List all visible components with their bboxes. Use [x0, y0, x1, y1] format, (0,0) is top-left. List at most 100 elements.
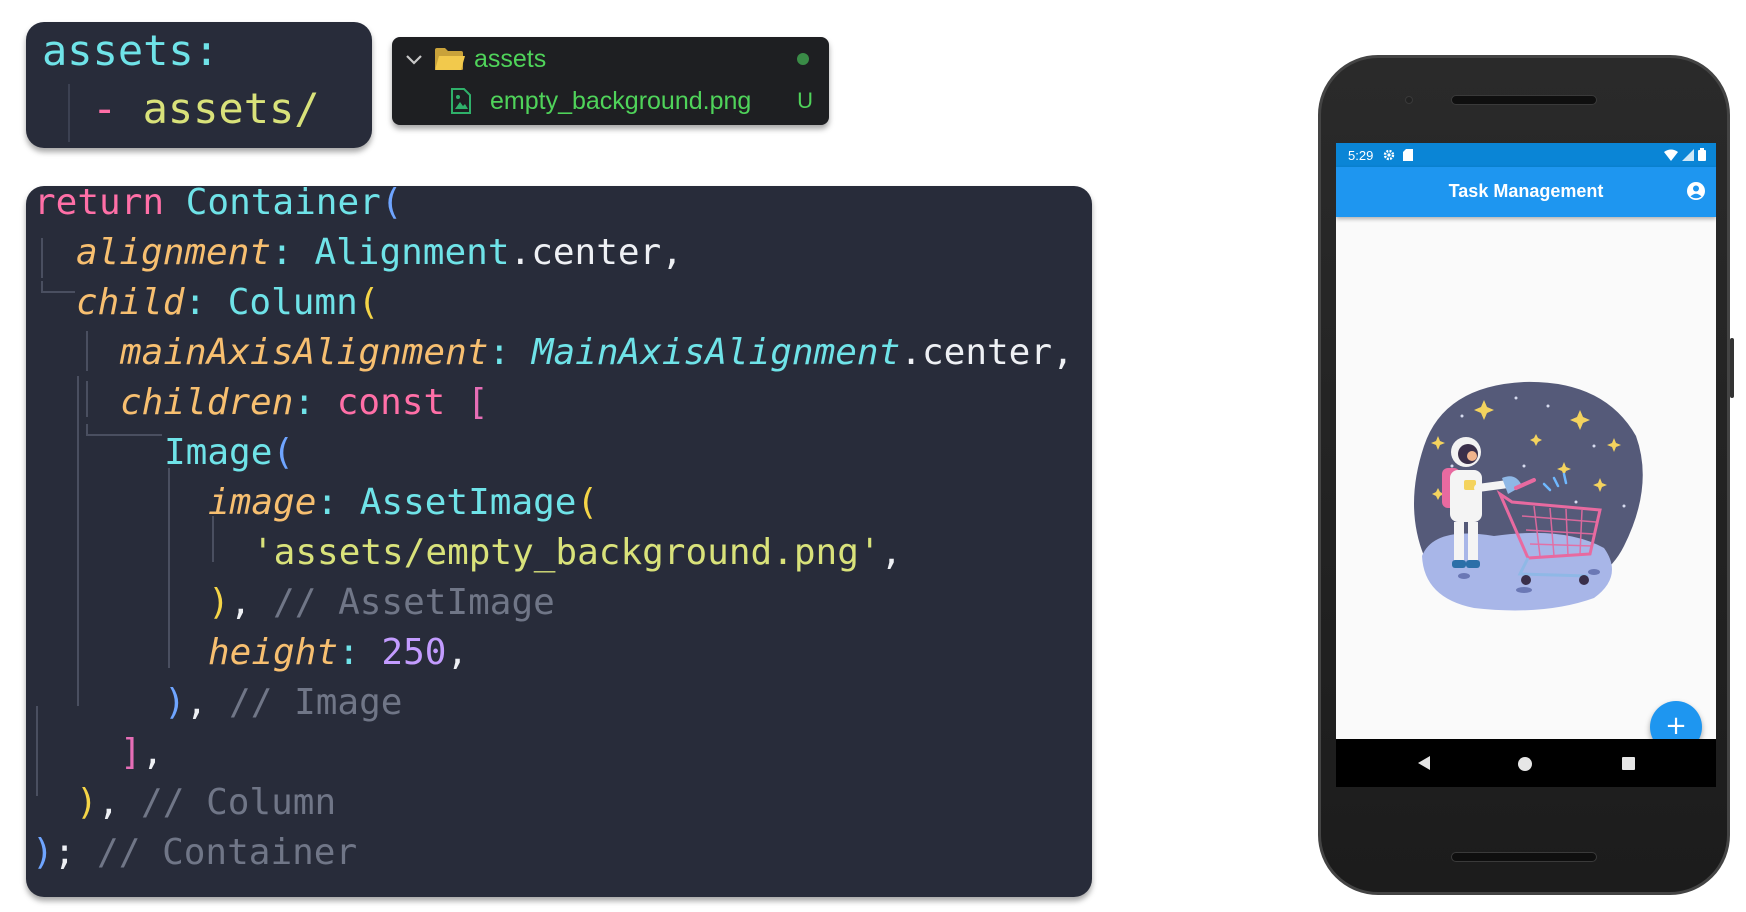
app-bar: Task Management: [1336, 167, 1716, 217]
property: child: [76, 282, 185, 323]
code-line-12: ],: [120, 728, 163, 778]
code-line-2: alignment: Alignment.center,: [76, 228, 683, 278]
indent-guide: [77, 376, 79, 706]
code-line-9: ), // AssetImage: [208, 578, 555, 628]
indent-guide: [41, 291, 75, 293]
comment: // AssetImage: [273, 582, 555, 623]
battery-icon: [1698, 148, 1706, 161]
android-nav-bar: [1336, 739, 1716, 787]
code-line-10: height: 250,: [208, 628, 468, 678]
string-literal: 'assets/empty_background.png': [252, 532, 881, 573]
status-time: 5:29: [1348, 147, 1374, 163]
folder-open-icon: [435, 48, 465, 70]
code-line-1: return Container(: [34, 186, 403, 228]
settings-gear-icon: [1384, 149, 1395, 161]
pubspec-key: assets: [42, 26, 194, 75]
code-line-13: ), // Column: [76, 778, 336, 828]
plain-text: ,: [446, 632, 469, 673]
plain-text: .center,: [509, 232, 683, 273]
top-speaker: [1451, 95, 1597, 105]
code-line-4: mainAxisAlignment: MainAxisAlignment.cen…: [120, 328, 1074, 378]
paren: (: [272, 432, 295, 473]
class-name: MainAxisAlignment: [531, 332, 901, 373]
indent-guide: [86, 331, 88, 371]
class-name: Column: [227, 282, 358, 323]
status-bar: 5:29: [1336, 143, 1716, 167]
property: image: [208, 482, 317, 523]
power-button[interactable]: [1730, 338, 1734, 398]
pubspec-line-value: - assets/: [92, 84, 320, 133]
indent-guide: [86, 381, 88, 417]
chevron-down-icon[interactable]: [402, 47, 426, 71]
pubspec-value: assets/: [142, 84, 320, 133]
plain-text: ,: [880, 532, 903, 573]
code-editor: return Container( alignment: Alignment.c…: [26, 186, 1092, 897]
property: mainAxisAlignment: [120, 332, 489, 373]
colon: :: [488, 332, 532, 373]
bracket: [: [466, 382, 489, 423]
code-line-6: Image(: [164, 428, 294, 478]
indent-guide: [168, 468, 170, 668]
colon: :: [338, 632, 382, 673]
paren: ): [32, 832, 54, 873]
pubspec-line-assets: assets:: [42, 26, 219, 75]
front-camera: [1405, 96, 1413, 104]
paren: ): [76, 782, 98, 823]
paren: (: [357, 282, 380, 323]
code-line-14: ); // Container: [32, 828, 357, 878]
colon: :: [293, 382, 337, 423]
explorer-file-row[interactable]: empty_background.png U: [392, 81, 829, 121]
explorer-folder-row[interactable]: assets: [392, 39, 829, 79]
indent-guide: [68, 84, 70, 142]
account-circle-icon[interactable]: [1686, 181, 1706, 201]
number-literal: 250: [381, 632, 447, 673]
file-explorer: assets empty_background.png U: [392, 37, 829, 125]
paren: (: [576, 482, 599, 523]
indent-guide: [86, 434, 162, 436]
folder-name: assets: [474, 44, 547, 73]
class-name: Container: [185, 186, 381, 223]
pubspec-assets-snippet: assets: - assets/: [26, 22, 372, 148]
colon: :: [184, 282, 228, 323]
signal-icon: [1682, 148, 1694, 161]
plain-text: ,: [229, 582, 274, 623]
indent-guide: [41, 238, 43, 278]
untracked-badge: U: [797, 88, 813, 113]
colon: :: [271, 232, 315, 273]
bracket: ]: [120, 732, 142, 773]
property: children: [120, 382, 294, 423]
plain-text: .center,: [900, 332, 1074, 373]
code-line-7: image: AssetImage(: [208, 478, 598, 528]
back-triangle-icon[interactable]: [1416, 755, 1432, 771]
class-name: Alignment: [314, 232, 510, 273]
colon: :: [316, 482, 360, 523]
plain-text: ,: [141, 732, 164, 773]
code-line-3: child: Column(: [76, 278, 379, 328]
indent-guide: [36, 706, 38, 796]
property: alignment: [76, 232, 272, 273]
class-name: AssetImage: [359, 482, 577, 523]
recents-square-icon[interactable]: [1622, 757, 1635, 770]
keyword: const: [336, 382, 446, 423]
android-phone-frame: 5:29 Task Management +: [1318, 55, 1734, 895]
phone-screen: 5:29 Task Management +: [1336, 143, 1716, 787]
plain-text: ;: [53, 832, 98, 873]
paren: (: [380, 186, 403, 223]
comment: // Image: [229, 682, 403, 723]
class-name: Image: [164, 432, 273, 473]
comment: // Column: [141, 782, 337, 823]
code-line-8: 'assets/empty_background.png',: [252, 528, 902, 578]
app-title: Task Management: [1448, 181, 1604, 201]
home-circle-icon[interactable]: [1518, 757, 1532, 771]
comment: // Container: [97, 832, 358, 873]
bottom-speaker: [1451, 852, 1597, 862]
keyword: return: [34, 186, 165, 223]
code-line-11: ), // Image: [164, 678, 402, 728]
paren: ): [208, 582, 230, 623]
image-file-icon: [451, 88, 471, 114]
wifi-icon: [1664, 149, 1678, 161]
plain-text: ,: [185, 682, 230, 723]
pubspec-colon: :: [193, 26, 220, 75]
plain-text: ,: [97, 782, 142, 823]
modified-dot-icon: [797, 53, 809, 65]
